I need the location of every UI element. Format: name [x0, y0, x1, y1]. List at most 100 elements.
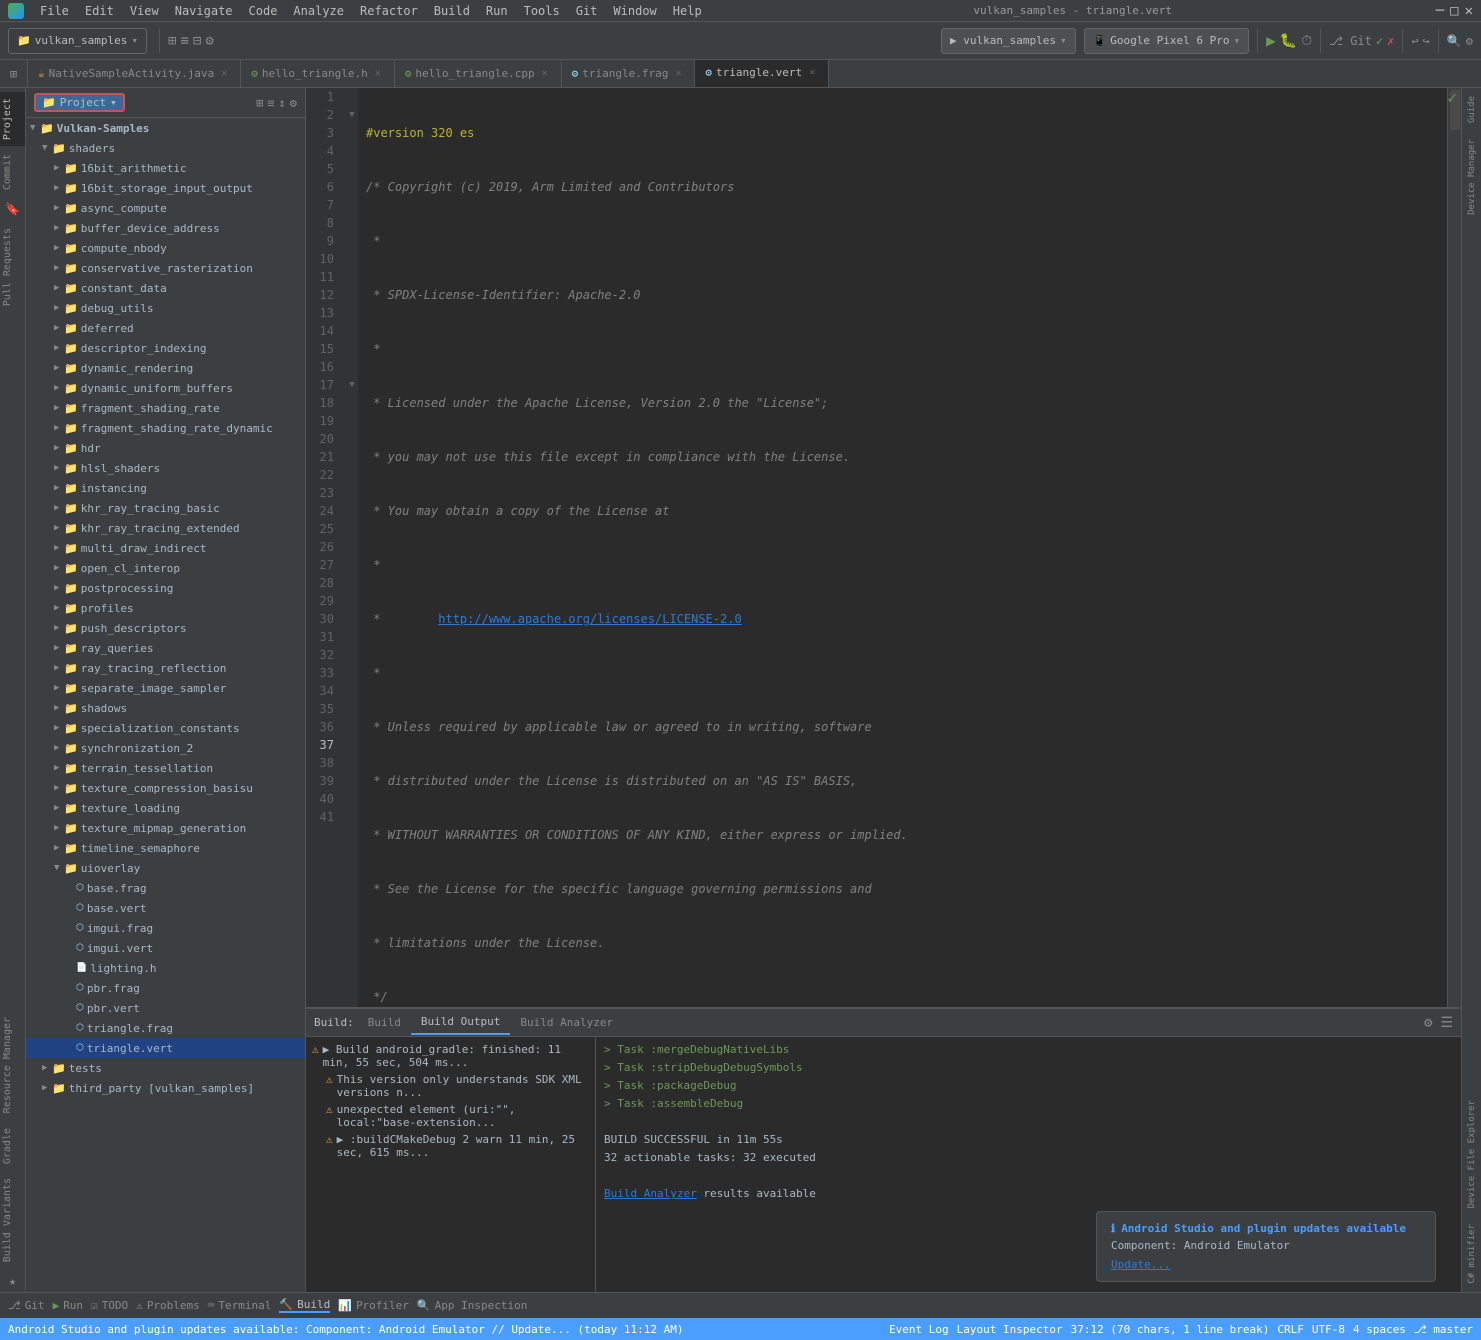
tree-imgui-vert[interactable]: ⬡ imgui.vert: [26, 938, 305, 958]
build-item-unexpected[interactable]: ⚠ unexpected element (uri:"", local:"bas…: [306, 1101, 595, 1131]
bottom-panel-settings-icon[interactable]: ⚙: [1420, 1015, 1436, 1031]
scrollbar-minimap[interactable]: [1447, 88, 1461, 1007]
tab-close-triangle-vert[interactable]: ✕: [806, 67, 818, 79]
tree-sync2[interactable]: ▶ 📁 synchronization_2: [26, 738, 305, 758]
terminal-btn[interactable]: ⌨ Terminal: [208, 1299, 272, 1312]
tree-khr-basic[interactable]: ▶ 📁 khr_ray_tracing_basic: [26, 498, 305, 518]
tree-specialization[interactable]: ▶ 📁 specialization_constants: [26, 718, 305, 738]
tree-dynamic-rendering[interactable]: ▶ 📁 dynamic_rendering: [26, 358, 305, 378]
checkmark-icon[interactable]: ✓: [1376, 34, 1383, 48]
menu-refactor[interactable]: Refactor: [352, 2, 426, 20]
git-status-btn[interactable]: ⎇ Git: [8, 1299, 45, 1312]
right-sidebar-device-file[interactable]: Device File Explorer: [1465, 1092, 1479, 1216]
bottom-panel-lines-icon[interactable]: ☰: [1436, 1015, 1457, 1031]
settings-icon[interactable]: ⚙: [1466, 34, 1473, 48]
problems-btn[interactable]: ⚠ Problems: [136, 1299, 200, 1312]
tab-close-hello-cpp[interactable]: ✕: [539, 68, 551, 80]
tab-close-triangle-frag[interactable]: ✕: [672, 68, 684, 80]
menu-tools[interactable]: Tools: [516, 2, 568, 20]
tree-conservative[interactable]: ▶ 📁 conservative_rasterization: [26, 258, 305, 278]
toolbar-icon-1[interactable]: ⊞: [168, 33, 176, 49]
tree-lighting-h[interactable]: 📄 lighting.h: [26, 958, 305, 978]
activity-resource[interactable]: Resource Manager: [0, 1011, 25, 1119]
status-charset[interactable]: UTF-8: [1312, 1323, 1345, 1336]
activity-build[interactable]: Build Variants: [0, 1172, 25, 1268]
search-icon[interactable]: 🔍: [1447, 34, 1462, 48]
toolbar-icon-3[interactable]: ⊟: [193, 33, 201, 49]
tab-native[interactable]: ☕ NativeSampleActivity.java ✕: [28, 60, 241, 88]
notification-update-link[interactable]: Update...: [1111, 1258, 1421, 1271]
filetree-icon-3[interactable]: ↕: [279, 96, 286, 110]
tree-hdr[interactable]: ▶ 📁 hdr: [26, 438, 305, 458]
project-button[interactable]: 📁 Project ▾: [34, 93, 125, 112]
menu-run[interactable]: Run: [478, 2, 516, 20]
status-crlf[interactable]: CRLF: [1277, 1323, 1304, 1336]
tree-push-desc[interactable]: ▶ 📁 push_descriptors: [26, 618, 305, 638]
tab-triangle-frag[interactable]: ⚙ triangle.frag ✕: [562, 60, 696, 88]
tree-postprocessing[interactable]: ▶ 📁 postprocessing: [26, 578, 305, 598]
tree-base-frag[interactable]: ⬡ base.frag: [26, 878, 305, 898]
run-config[interactable]: ▶ vulkan_samples ▾: [941, 28, 1076, 54]
menu-build[interactable]: Build: [426, 2, 478, 20]
menu-help[interactable]: Help: [665, 2, 710, 20]
tree-instancing[interactable]: ▶ 📁 instancing: [26, 478, 305, 498]
build-output-analyzer-link[interactable]: Build Analyzer results available: [604, 1185, 1453, 1203]
filetree-icon-2[interactable]: ≡: [267, 96, 274, 110]
tab-close-hello-h[interactable]: ✕: [372, 68, 384, 80]
undo-icon[interactable]: ↩: [1411, 34, 1418, 48]
tree-pbr-frag[interactable]: ⬡ pbr.frag: [26, 978, 305, 998]
tree-triangle-vert-file[interactable]: ⬡ triangle.vert: [26, 1038, 305, 1058]
tree-ray-reflect[interactable]: ▶ 📁 ray_tracing_reflection: [26, 658, 305, 678]
git-icon[interactable]: ⎇ Git: [1329, 34, 1372, 48]
status-indent[interactable]: 4 spaces: [1353, 1323, 1406, 1336]
x-icon[interactable]: ✗: [1387, 34, 1394, 48]
profile-button[interactable]: ⏱: [1301, 33, 1312, 49]
activity-bookmark[interactable]: 🔖: [1, 198, 24, 220]
right-sidebar-guide[interactable]: Guide: [1465, 88, 1479, 131]
toolbar-icon-2[interactable]: ≡: [180, 33, 188, 49]
tree-async-compute[interactable]: ▶ 📁 async_compute: [26, 198, 305, 218]
activity-gradle[interactable]: Gradle: [0, 1122, 25, 1170]
menu-git[interactable]: Git: [568, 2, 606, 20]
menu-file[interactable]: File: [32, 2, 77, 20]
toolbar-icon-4[interactable]: ⚙: [205, 33, 213, 49]
close-button[interactable]: ✕: [1465, 3, 1473, 19]
tree-texture-mip[interactable]: ▶ 📁 texture_mipmap_generation: [26, 818, 305, 838]
tree-16bit-arith[interactable]: ▶ 📁 16bit_arithmetic: [26, 158, 305, 178]
status-branch[interactable]: ⎇ master: [1414, 1323, 1473, 1336]
project-selector[interactable]: 📁 vulkan_samples ▾: [8, 28, 147, 54]
tree-khr-extended[interactable]: ▶ 📁 khr_ray_tracing_extended: [26, 518, 305, 538]
profiler-btn[interactable]: 📊 Profiler: [338, 1299, 409, 1312]
tree-dynamic-uniform[interactable]: ▶ 📁 dynamic_uniform_buffers: [26, 378, 305, 398]
minimize-button[interactable]: ─: [1436, 3, 1444, 19]
activity-commit[interactable]: Commit: [0, 148, 25, 196]
activity-favorites[interactable]: ★: [5, 1270, 20, 1292]
tab-close-native[interactable]: ✕: [218, 68, 230, 80]
activity-pull[interactable]: Pull Requests: [0, 222, 25, 312]
code-content[interactable]: #version 320 es /* Copyright (c) 2019, A…: [358, 88, 1447, 1007]
activity-project[interactable]: Project: [0, 92, 25, 146]
tab-hello-h[interactable]: ⚙ hello_triangle.h ✕: [241, 60, 395, 88]
tree-timeline[interactable]: ▶ 📁 timeline_semaphore: [26, 838, 305, 858]
tree-terrain[interactable]: ▶ 📁 terrain_tessellation: [26, 758, 305, 778]
tree-fragment-rate-dyn[interactable]: ▶ 📁 fragment_shading_rate_dynamic: [26, 418, 305, 438]
debug-button[interactable]: 🐛: [1280, 33, 1297, 49]
build-item-sdk[interactable]: ⚠ This version only understands SDK XML …: [306, 1071, 595, 1101]
event-log-btn[interactable]: Event Log: [889, 1323, 949, 1336]
filetree-icon-4[interactable]: ⚙: [290, 96, 297, 110]
app-inspection-btn[interactable]: 🔍 App Inspection: [417, 1299, 527, 1312]
right-sidebar-device-manager[interactable]: Device Manager: [1465, 131, 1479, 223]
todo-btn[interactable]: ☑ TODO: [91, 1299, 128, 1312]
tree-uioverlay[interactable]: ▼ 📁 uioverlay: [26, 858, 305, 878]
tree-buffer-device[interactable]: ▶ 📁 buffer_device_address: [26, 218, 305, 238]
tree-texture-load[interactable]: ▶ 📁 texture_loading: [26, 798, 305, 818]
tab-triangle-vert[interactable]: ⚙ triangle.vert ✕: [695, 60, 829, 88]
bottom-tab-build[interactable]: Build: [358, 1011, 411, 1035]
tree-shadows[interactable]: ▶ 📁 shadows: [26, 698, 305, 718]
status-cursor[interactable]: 37:12 (70 chars, 1 line break): [1071, 1323, 1270, 1336]
build-item-gradle[interactable]: ⚠ ▶ Build android_gradle: finished: 11 m…: [306, 1041, 595, 1071]
redo-icon[interactable]: ↪: [1423, 34, 1430, 48]
tree-pbr-vert[interactable]: ⬡ pbr.vert: [26, 998, 305, 1018]
tree-third-party[interactable]: ▶ 📁 third_party [vulkan_samples]: [26, 1078, 305, 1098]
tree-base-vert[interactable]: ⬡ base.vert: [26, 898, 305, 918]
